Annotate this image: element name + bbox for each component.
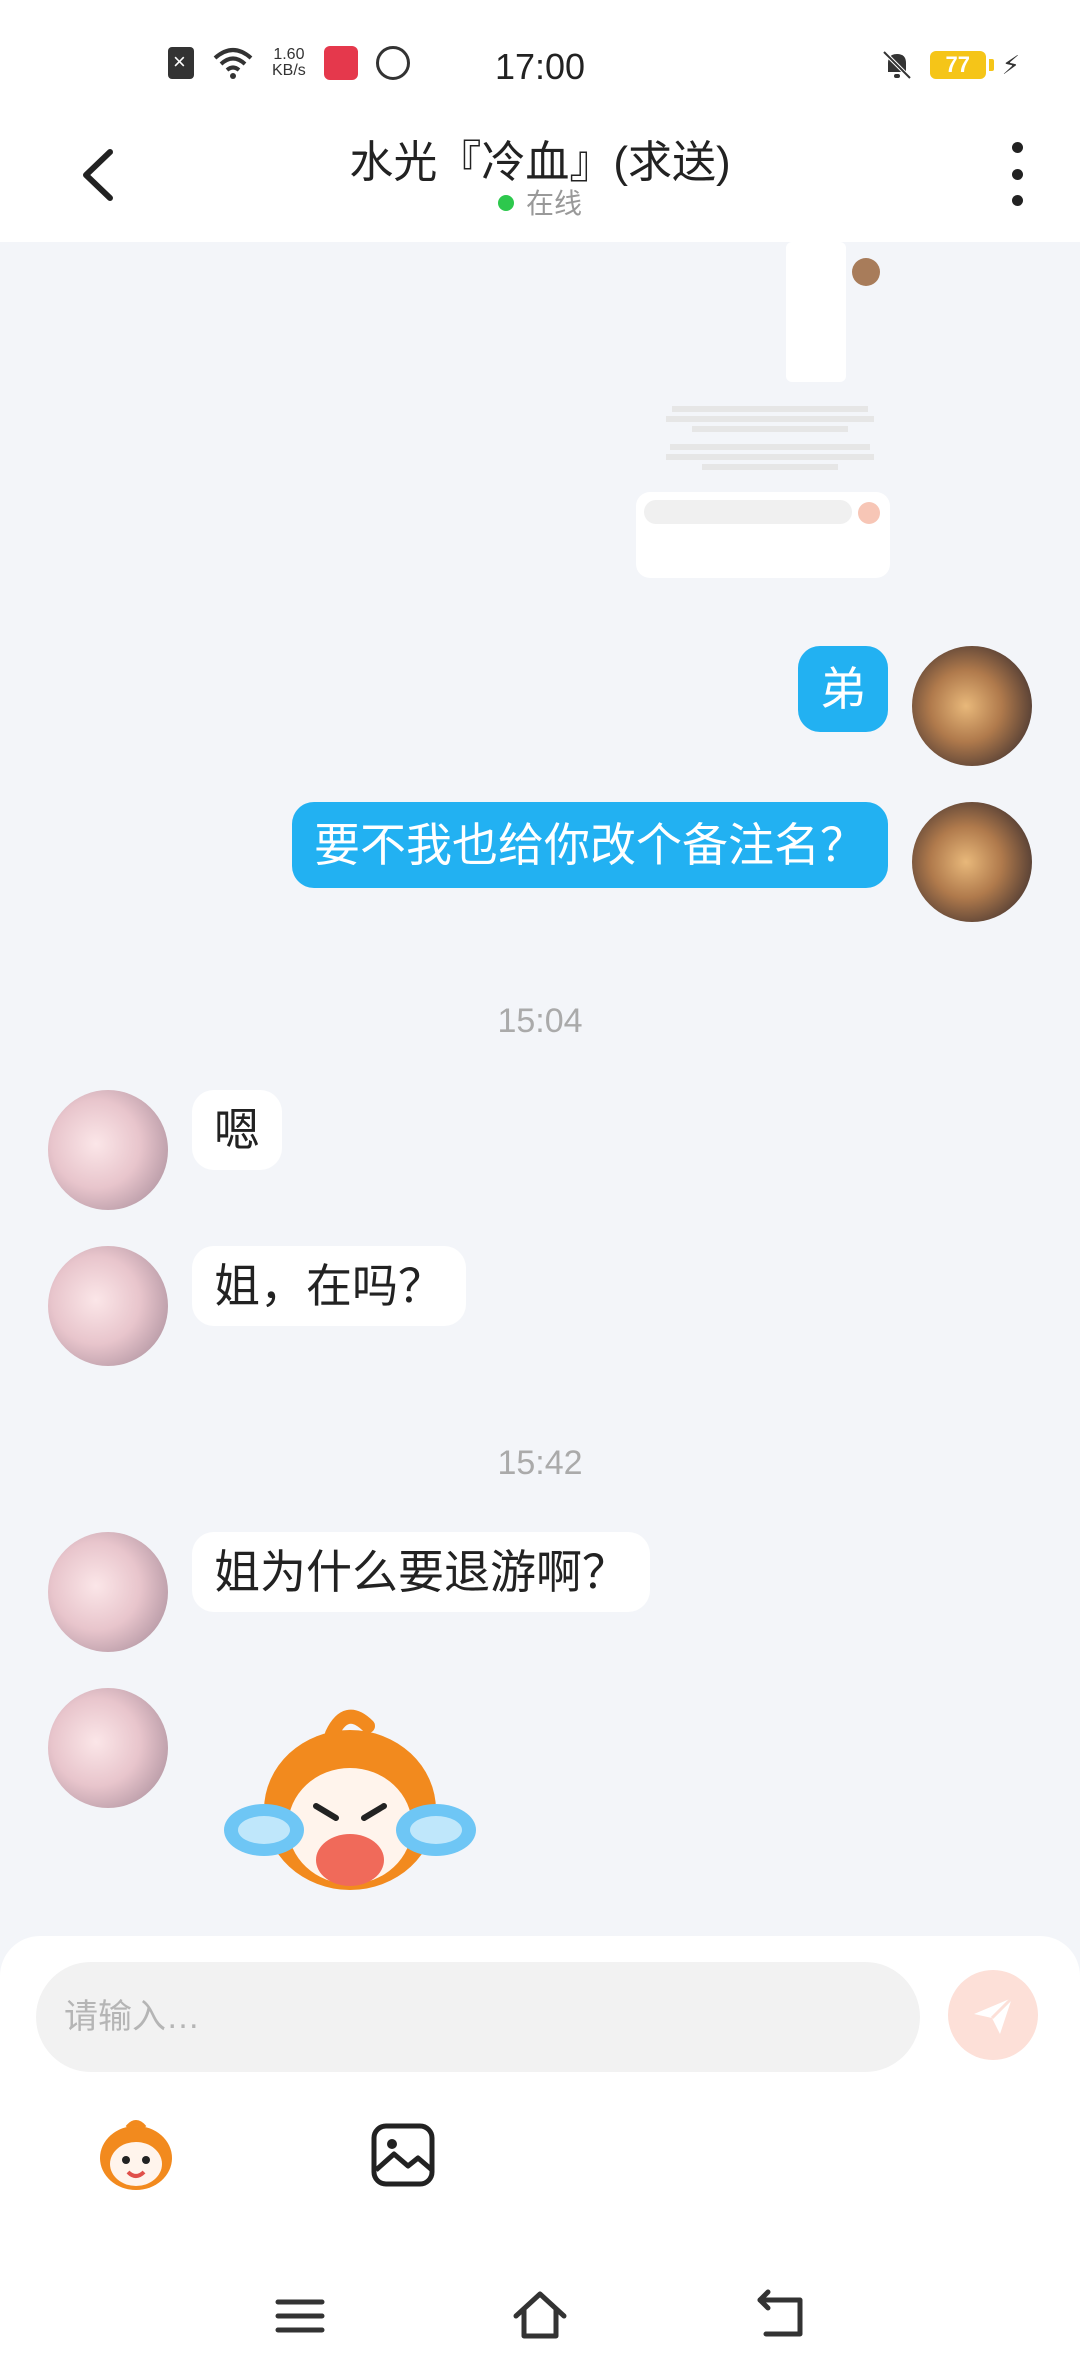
message-row: 姐，在吗？ bbox=[48, 1246, 466, 1366]
message-bubble[interactable]: 姐，在吗？ bbox=[192, 1246, 466, 1326]
back-icon[interactable] bbox=[750, 2286, 810, 2346]
message-bubble[interactable]: 嗯 bbox=[192, 1090, 282, 1170]
contact-name: 水光『冷血』(求送) bbox=[349, 138, 731, 187]
screenshot-send bbox=[858, 502, 880, 524]
peer-avatar[interactable] bbox=[48, 1090, 168, 1210]
self-avatar[interactable] bbox=[912, 802, 1032, 922]
status-right-icons: 77 ⚡ bbox=[880, 48, 1020, 82]
message-row: 嗯 bbox=[48, 1090, 282, 1210]
message-bubble[interactable]: 姐为什么要退游啊？ bbox=[192, 1532, 650, 1612]
online-dot bbox=[497, 195, 514, 211]
peer-avatar[interactable] bbox=[48, 1532, 168, 1652]
shared-screenshot-image[interactable] bbox=[636, 242, 890, 578]
more-vertical-icon[interactable] bbox=[1002, 142, 1032, 206]
online-status-label: 在线 bbox=[525, 188, 582, 219]
home-icon[interactable] bbox=[510, 2286, 570, 2346]
message-bubble[interactable]: 要不我也给你改个备注名？ bbox=[292, 802, 888, 888]
self-avatar[interactable] bbox=[912, 646, 1032, 766]
message-row: 要不我也给你改个备注名？ bbox=[292, 802, 1032, 922]
image-icon[interactable] bbox=[370, 2122, 436, 2188]
status-bar: 1.60 KB/s 17:00 77 ⚡ bbox=[0, 0, 1080, 120]
peer-avatar[interactable] bbox=[48, 1246, 168, 1366]
message-input[interactable] bbox=[36, 1962, 920, 2072]
crying-sticker[interactable] bbox=[220, 1700, 480, 1900]
mute-bell-icon bbox=[882, 50, 912, 80]
battery-icon: 77 bbox=[929, 51, 994, 79]
screenshot-text-block bbox=[662, 402, 878, 474]
message-row bbox=[48, 1688, 168, 1808]
screenshot-phone-preview bbox=[786, 242, 846, 382]
time-separator: 15:04 bbox=[497, 1002, 583, 1040]
time-separator: 15:42 bbox=[497, 1444, 583, 1482]
message-row: 弟 bbox=[798, 646, 1032, 766]
message-row: 姐为什么要退游啊？ bbox=[48, 1532, 650, 1652]
input-panel bbox=[0, 1936, 1080, 2256]
menu-icon[interactable] bbox=[270, 2286, 330, 2346]
screenshot-input bbox=[644, 500, 852, 524]
chat-screen: 1.60 KB/s 17:00 77 ⚡ 水光『冷血』(求送) 在线 bbox=[0, 0, 1080, 2376]
emoji-sticker-icon[interactable] bbox=[92, 2118, 180, 2194]
screenshot-avatar bbox=[852, 258, 880, 286]
peer-avatar[interactable] bbox=[48, 1688, 168, 1808]
system-nav-bar bbox=[0, 2256, 1080, 2376]
send-button[interactable] bbox=[948, 1970, 1038, 2060]
chat-header: 水光『冷血』(求送) 在线 bbox=[0, 120, 1080, 242]
charging-bolt-icon: ⚡ bbox=[1001, 49, 1020, 80]
message-bubble[interactable]: 弟 bbox=[798, 646, 888, 732]
online-status: 在线 bbox=[0, 182, 1080, 222]
screenshot-input-bar bbox=[636, 492, 890, 578]
send-icon bbox=[974, 1996, 1014, 2034]
message-list[interactable]: 弟 要不我也给你改个备注名？ 15:04 嗯 姐，在吗？ 15:42 姐为什么要… bbox=[0, 242, 1080, 1936]
